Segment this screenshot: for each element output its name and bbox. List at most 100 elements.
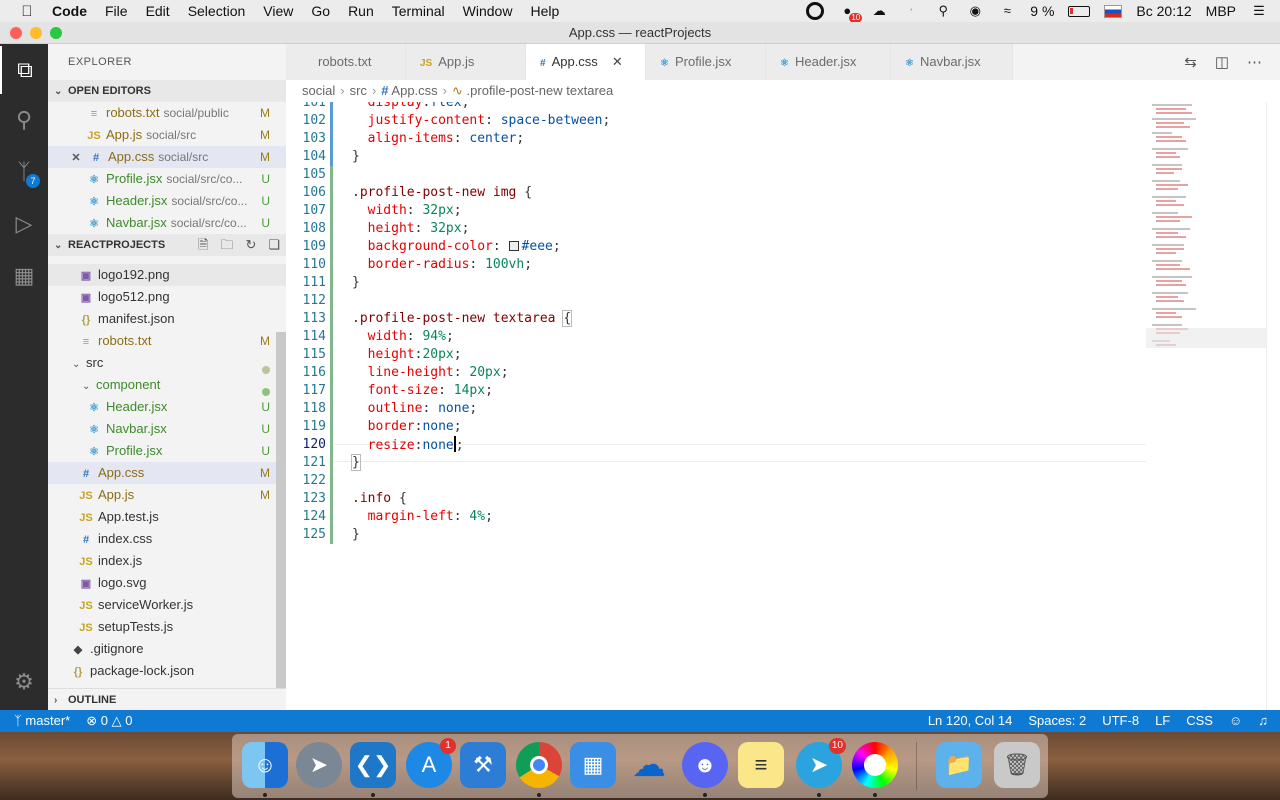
menu-selection[interactable]: Selection <box>188 3 246 19</box>
menu-help[interactable]: Help <box>530 3 559 19</box>
tree-file-item[interactable]: ◆ .gitignore <box>48 638 286 660</box>
menubar-machine-name[interactable]: MBP <box>1206 3 1236 19</box>
more-actions-icon[interactable]: ⋯ <box>1247 53 1262 71</box>
split-editor-icon[interactable]: ◫ <box>1215 53 1229 71</box>
code-editor[interactable]: 101 display:flex; 102 justify-content: s… <box>286 102 1280 710</box>
battery-icon[interactable] <box>1068 5 1091 17</box>
trash-icon[interactable]: 🗑 <box>994 742 1040 788</box>
notification-center-icon[interactable]: ☰ <box>1250 3 1268 19</box>
tree-file-item[interactable]: {} package-lock.json <box>48 660 286 682</box>
language-mode[interactable]: CSS <box>1186 710 1213 732</box>
menubar-clock[interactable]: Вс 20:12 <box>1136 3 1191 19</box>
tree-file-item[interactable]: ⚛ Header.jsx U <box>48 396 286 418</box>
menu-edit[interactable]: Edit <box>146 3 170 19</box>
extensions-icon[interactable]: ▦ <box>0 252 48 300</box>
manage-gear-icon[interactable]: ⚙ <box>0 658 48 706</box>
open-changes-icon[interactable]: ⇆ <box>1184 53 1197 71</box>
run-debug-icon[interactable]: ▷ <box>0 200 48 248</box>
color-swatch[interactable] <box>508 241 519 251</box>
tree-file-item[interactable]: {} manifest.json <box>48 308 286 330</box>
breadcrumb-symbol[interactable]: .profile-post-new textarea <box>467 83 614 98</box>
bluetooth-icon[interactable]: ᛫ <box>902 3 920 19</box>
wifi-icon[interactable]: ≈ <box>998 3 1016 19</box>
editor-vertical-scrollbar[interactable] <box>1266 102 1280 710</box>
indentation[interactable]: Spaces: 2 <box>1028 710 1086 732</box>
menu-run[interactable]: Run <box>348 3 374 19</box>
open-editor-item[interactable]: JS App.js social/src M <box>48 124 286 146</box>
encoding[interactable]: UTF-8 <box>1102 710 1139 732</box>
telegram-icon[interactable]: ➤ 10 <box>796 738 846 788</box>
tree-folder-component[interactable]: ⌄ component <box>48 374 286 396</box>
menu-file[interactable]: File <box>105 3 128 19</box>
cursor-position[interactable]: Ln 120, Col 14 <box>928 710 1013 732</box>
battery-percent[interactable]: 9 % <box>1030 3 1054 19</box>
downloads-folder-icon[interactable]: 📁 <box>936 742 982 788</box>
source-control-icon[interactable]: ᛉ7 <box>0 148 48 196</box>
project-folder-header[interactable]: ⌄ REACTPROJECTS 🗎 🗀 ↻ ❏ <box>48 234 286 256</box>
tab-header-jsx[interactable]: ⚛ Header.jsx <box>766 44 891 80</box>
tree-file-item[interactable]: ▣ logo.svg <box>48 572 286 594</box>
open-editor-item[interactable]: ≡ robots.txt social/public M <box>48 102 286 124</box>
tree-file-item[interactable]: ⚛ Navbar.jsx U <box>48 418 286 440</box>
app-store-icon[interactable]: A1 <box>406 738 456 788</box>
explorer-icon[interactable]: ⧉ <box>0 46 48 94</box>
tree-file-item[interactable]: ⚛ Profile.jsx U <box>48 440 286 462</box>
chrome-icon[interactable] <box>516 742 562 788</box>
input-language-flag-icon[interactable] <box>1104 4 1123 18</box>
problems-indicator[interactable]: ⊗ 0 △ 0 <box>86 710 132 732</box>
simulator-icon[interactable]: ▦ <box>570 742 616 788</box>
discord-icon[interactable]: ☻ <box>682 742 728 788</box>
git-branch[interactable]: ᛉ master* <box>14 710 70 732</box>
tab-robots-txt[interactable]: robots.txt <box>286 44 406 80</box>
notification-app-icon[interactable]: ● 10 <box>838 3 863 23</box>
new-file-icon[interactable]: 🗎 <box>198 234 208 256</box>
menu-terminal[interactable]: Terminal <box>392 3 445 19</box>
menu-window[interactable]: Window <box>463 3 513 19</box>
close-tab-icon[interactable]: ✕ <box>612 54 623 69</box>
tree-file-item[interactable]: JS setupTests.js <box>48 616 286 638</box>
open-editor-item[interactable]: ⚛ Profile.jsx social/src/co... U <box>48 168 286 190</box>
open-editor-item[interactable]: ⚛ Navbar.jsx social/src/co... U <box>48 212 286 234</box>
new-folder-icon[interactable]: 🗀 <box>220 234 233 256</box>
zoom-window-button[interactable] <box>50 27 62 39</box>
spotlight-search-icon[interactable]: ⚲ <box>934 3 952 19</box>
xcode-icon[interactable]: ⚒ <box>460 742 506 788</box>
finder-icon[interactable]: ☺ <box>242 742 288 788</box>
search-icon[interactable]: ⚲ <box>0 96 48 144</box>
menu-go[interactable]: Go <box>311 3 330 19</box>
tree-file-item[interactable]: ▣ logo512.png <box>48 286 286 308</box>
feedback-icon[interactable]: ☺ <box>1229 710 1242 732</box>
tree-file-item-selected[interactable]: # App.css M <box>48 462 286 484</box>
menu-app-name[interactable]: Code <box>52 3 87 19</box>
minimap[interactable] <box>1146 102 1266 352</box>
tree-folder-src[interactable]: ⌄ src <box>48 352 286 374</box>
open-editor-item-active[interactable]: ✕ # App.css social/src M <box>48 146 286 168</box>
breadcrumb-file[interactable]: App.css <box>391 83 437 98</box>
tab-app-js[interactable]: JS App.js <box>406 44 526 80</box>
tree-file-item[interactable]: ▣ logo192.png <box>48 264 286 286</box>
tree-file-item[interactable]: # index.css <box>48 528 286 550</box>
tree-file-item[interactable]: JS serviceWorker.js <box>48 594 286 616</box>
vscode-icon[interactable]: ❮❯ <box>350 742 396 788</box>
cloud-icon[interactable]: ☁ <box>870 3 888 19</box>
tab-app-css[interactable]: # App.css ✕ <box>526 44 646 80</box>
open-editor-item[interactable]: ⚛ Header.jsx social/src/co... U <box>48 190 286 212</box>
tree-file-item[interactable]: JS index.js <box>48 550 286 572</box>
color-picker-icon[interactable] <box>852 742 898 788</box>
close-icon[interactable]: ✕ <box>68 147 84 169</box>
tab-profile-jsx[interactable]: ⚛ Profile.jsx <box>646 44 766 80</box>
tab-navbar-jsx[interactable]: ⚛ Navbar.jsx <box>891 44 1013 80</box>
collapse-all-icon[interactable]: ❏ <box>268 234 280 256</box>
minimize-window-button[interactable] <box>30 27 42 39</box>
notes-icon[interactable]: ≡ <box>738 742 784 788</box>
refresh-icon[interactable]: ↻ <box>245 234 256 256</box>
launchpad-icon[interactable]: ➤ <box>296 742 342 788</box>
sidebar-scrollbar[interactable] <box>276 332 286 688</box>
record-status-icon[interactable] <box>806 2 825 20</box>
tree-file-item[interactable]: ≡ robots.txt M <box>48 330 286 352</box>
end-of-line[interactable]: LF <box>1155 710 1170 732</box>
close-window-button[interactable] <box>10 27 22 39</box>
outline-section-header[interactable]: › OUTLINE <box>48 688 286 710</box>
menu-view[interactable]: View <box>263 3 293 19</box>
apple-icon[interactable]:  <box>12 3 42 20</box>
